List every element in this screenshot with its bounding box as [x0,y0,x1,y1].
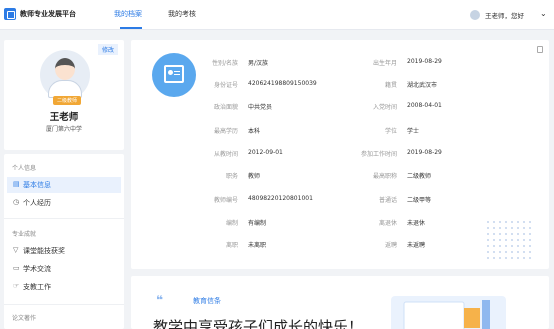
level-badge: 二级教师 [53,96,82,105]
field-value: 有编制 [248,220,267,227]
motto-tag: 教育信条 [193,297,221,305]
field-value: 未离职 [248,242,267,249]
field-value: 420624198809150039 [248,80,317,87]
field-label: 编制 [225,220,238,227]
field-label: 参加工作时间 [360,151,397,158]
sidebar-item-label: 课堂能技获奖 [23,247,65,255]
field-value: 男/汉族 [248,60,269,67]
field-value: 2019-08-29 [407,149,442,156]
basic-info-card: 性别/名族 男/汉族 身份证号 420624198809150039 政治面貌 … [131,40,549,269]
profile-school: 厦门第六中学 [45,126,82,133]
top-nav-bar: 教师专业发展平台 我的档案 我的考核 王老师，您好 ⌄ [0,0,554,30]
field-label: 普通话 [378,197,397,204]
avatar-head [55,58,75,80]
field-value: 教师 [248,173,261,180]
document-icon[interactable] [537,46,543,53]
field-label: 政治面貌 [213,104,238,111]
field-label: 教师编号 [213,197,238,204]
field-value: 未退休 [407,220,426,227]
brand-logo-icon [4,8,16,20]
field-value: 2019-08-29 [407,58,442,65]
field-value: 未返聘 [407,242,426,249]
field-value: 2012-09-01 [248,149,283,156]
field-value: 二级甲等 [407,197,432,204]
motto-card: ❝ 教育信条 教学中享受孩子们成长的快乐！ [131,276,549,329]
sidebar-menu: 个人信息 ▤ 基本信息 ◷ 个人经历 专业成就 ▽ 课堂能技获奖 ▭ 学术交流 … [4,154,124,329]
doc-icon: ▤ [13,180,20,188]
field-label: 身份证号 [213,82,238,89]
tab-my-assessment[interactable]: 我的考核 [168,9,196,19]
active-tab-indicator [120,27,142,29]
field-value: 湖北武汉市 [407,82,438,89]
field-value: 中共党员 [248,104,273,111]
field-value: 学士 [407,128,420,135]
tab-my-archive[interactable]: 我的档案 [114,9,142,19]
field-label: 性别/名族 [211,60,238,67]
sidebar-item-basic-info[interactable]: ▤ 基本信息 [7,177,121,193]
field-label: 籍贯 [384,82,397,89]
workspace-illustration [391,296,506,329]
sidebar-item-label: 个人经历 [23,199,51,207]
field-label: 入党时间 [372,104,397,111]
sidebar-item-class-award[interactable]: ▽ 课堂能技获奖 [7,243,121,259]
sidebar-item-label: 基本信息 [23,181,51,189]
sidebar-item-teaching-support[interactable]: ☞ 支教工作 [7,279,121,295]
sidebar-item-personal-experience[interactable]: ◷ 个人经历 [7,195,121,211]
user-avatar[interactable] [470,10,480,20]
user-greeting[interactable]: 王老师，您好 [485,10,524,20]
field-value: 二级教师 [407,173,432,180]
menu-section-papers: 论文著作 [12,315,37,322]
menu-divider [4,304,124,305]
field-label: 最高职称 [372,173,397,180]
field-label: 返聘 [384,242,397,249]
quote-icon: ❝ [156,293,164,307]
chat-icon: ▭ [13,264,20,272]
hand-icon: ☞ [13,282,20,290]
field-label: 出生年月 [372,60,397,67]
menu-divider [4,218,124,219]
field-label: 学位 [384,128,397,135]
app-title: 教师专业发展平台 [20,10,76,18]
avatar [40,50,90,100]
field-value: 4809822012080100​1 [248,195,313,202]
menu-section-personal: 个人信息 [12,165,37,172]
clock-icon: ◷ [13,198,20,206]
menu-section-achievement: 专业成就 [12,231,37,238]
edit-profile-button[interactable]: 修改 [97,44,118,55]
field-label: 从教时间 [213,151,238,158]
funnel-icon: ▽ [13,246,19,254]
field-value: 2008-04-01 [407,102,442,109]
sidebar-item-label: 学术交流 [23,265,51,273]
field-value: 本科 [248,128,261,135]
sidebar-item-label: 支教工作 [23,283,51,291]
motto-text: 教学中享受孩子们成长的快乐！ [153,318,364,329]
decorative-dot-pattern [485,219,535,259]
field-label: 职务 [225,173,238,180]
chevron-down-icon[interactable]: ⌄ [540,9,547,18]
profile-card: 修改 二级教师 王老师 厦门第六中学 [4,40,124,150]
field-label: 最高学历 [213,128,238,135]
field-label: 离退休 [378,220,397,227]
field-label: 离职 [225,242,238,249]
sidebar-item-academic-exchange[interactable]: ▭ 学术交流 [7,261,121,277]
profile-name: 王老师 [49,112,79,123]
